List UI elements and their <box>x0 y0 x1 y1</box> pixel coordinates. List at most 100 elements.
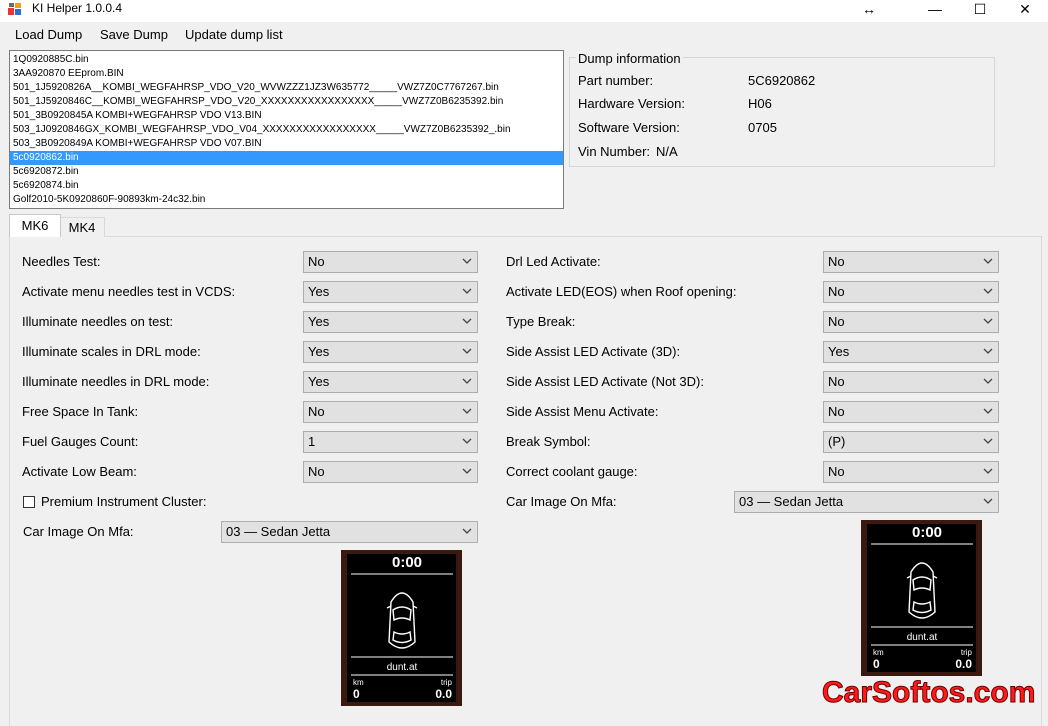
list-item[interactable]: 503_3B0920849A KOMBI+WEGFAHRSP VDO V07.B… <box>10 137 563 151</box>
vin-number-label: Vin Number: <box>578 144 651 159</box>
minimize-button[interactable]: — <box>912 0 958 18</box>
right-field-select[interactable]: No <box>823 371 999 393</box>
list-item[interactable]: 3AA920870 EEprom.BIN <box>10 67 563 81</box>
software-version-value: 0705 <box>748 120 777 135</box>
left-field-select[interactable]: 1 <box>303 431 478 453</box>
left-field-value: No <box>308 464 325 479</box>
right-field-select[interactable]: No <box>823 281 999 303</box>
left-field-select[interactable]: No <box>303 401 478 423</box>
right-field-label: Activate LED(EOS) when Roof opening: <box>506 284 737 299</box>
list-item[interactable]: 501_1J5920826A__KOMBI_WEGFAHRSP_VDO_V20_… <box>10 81 563 95</box>
menu-update-dump-list[interactable]: Update dump list <box>185 27 283 42</box>
mfa-preview-left: 0:00 dunt.at km trip 0 0.0 <box>341 550 462 706</box>
left-field-select[interactable]: Yes <box>303 311 478 333</box>
chevron-down-icon <box>462 288 472 294</box>
left-field-value: 1 <box>308 434 316 449</box>
menu-load-dump[interactable]: Load Dump <box>15 27 82 42</box>
left-field-label: Fuel Gauges Count: <box>22 434 139 449</box>
car-image-select-left[interactable]: 03 — Sedan Jetta <box>221 521 478 543</box>
right-field-select[interactable]: No <box>823 251 999 273</box>
mfa-trip-value: 0.0 <box>435 687 452 701</box>
car-image-value-left: 03 — Sedan Jetta <box>226 524 331 539</box>
list-item[interactable]: 503_1J0920846GX_KOMBI_WEGFAHRSP_VDO_V04_… <box>10 123 563 137</box>
maximize-button[interactable]: ☐ <box>957 0 1003 18</box>
left-field-value: Yes <box>308 314 330 329</box>
left-field-label: Illuminate scales in DRL mode: <box>22 344 201 359</box>
tab-mk4[interactable]: MK4 <box>59 217 105 237</box>
chevron-down-icon <box>983 318 993 324</box>
resize-icon[interactable]: ↔ <box>846 0 892 18</box>
left-field-select[interactable]: Yes <box>303 281 478 303</box>
right-field-label: Side Assist LED Activate (3D): <box>506 344 681 359</box>
mfa-time: 0:00 <box>912 524 942 541</box>
list-item[interactable]: 5c6920874.bin <box>10 179 563 193</box>
list-item[interactable]: 1Q0920885C.bin <box>10 53 563 67</box>
premium-cluster-label: Premium Instrument Cluster: <box>41 494 207 509</box>
right-field-select[interactable]: No <box>823 311 999 333</box>
right-field-select[interactable]: No <box>823 461 999 483</box>
software-version-label: Software Version: <box>578 120 680 135</box>
list-item-selected[interactable]: 5c0920862.bin <box>10 151 563 165</box>
mfa-trip-label: trip <box>961 648 973 657</box>
close-button[interactable]: ✕ <box>1002 0 1048 18</box>
left-field-value: No <box>308 404 325 419</box>
right-field-value: No <box>828 404 845 419</box>
chevron-down-icon <box>983 438 993 444</box>
left-field-label: Activate menu needles test in VCDS: <box>22 284 236 299</box>
mfa-site: dunt.at <box>907 632 938 643</box>
hardware-version-value: H06 <box>748 96 772 111</box>
list-item[interactable]: 5c6920872.bin <box>10 165 563 179</box>
chevron-down-icon <box>983 468 993 474</box>
left-field-select[interactable]: Yes <box>303 371 478 393</box>
left-field-select[interactable]: No <box>303 251 478 273</box>
right-field-label: Correct coolant gauge: <box>506 464 638 479</box>
part-number-label: Part number: <box>578 73 654 88</box>
left-field-label: Illuminate needles in DRL mode: <box>22 374 210 389</box>
left-field-value: No <box>308 254 325 269</box>
car-image-label-left: Car Image On Mfa: <box>23 524 134 539</box>
right-field-select[interactable]: (P) <box>823 431 999 453</box>
right-field-value: No <box>828 284 845 299</box>
right-field-value: (P) <box>828 434 846 449</box>
part-number-value: 5C6920862 <box>748 73 816 88</box>
right-field-label: Break Symbol: <box>506 434 591 449</box>
list-item[interactable]: 501_3B0920845A KOMBI+WEGFAHRSP VDO V13.B… <box>10 109 563 123</box>
right-field-select[interactable]: Yes <box>823 341 999 363</box>
left-field-value: Yes <box>308 344 330 359</box>
mfa-km-value: 0 <box>873 657 880 671</box>
left-field-value: Yes <box>308 284 330 299</box>
car-image-label-right: Car Image On Mfa: <box>506 494 617 509</box>
chevron-down-icon <box>462 378 472 384</box>
hardware-version-label: Hardware Version: <box>578 96 685 111</box>
mfa-site: dunt.at <box>387 662 418 673</box>
mfa-preview-right: 0:00 dunt.at km trip 0 0.0 <box>861 520 982 676</box>
mfa-trip-label: trip <box>441 678 453 687</box>
right-field-value: No <box>828 464 845 479</box>
dump-info-legend: Dump information <box>576 51 683 66</box>
menu-save-dump[interactable]: Save Dump <box>100 27 168 42</box>
list-item[interactable]: Golf2010-5K0920860F-90893km-24c32.bin <box>10 193 563 207</box>
left-field-select[interactable]: Yes <box>303 341 478 363</box>
app-icon <box>8 3 21 15</box>
premium-cluster-checkbox[interactable] <box>23 496 35 508</box>
list-item[interactable]: 501_1J5920846C__KOMBI_WEGFAHRSP_VDO_V20_… <box>10 95 563 109</box>
car-image-select-right[interactable]: 03 — Sedan Jetta <box>734 491 999 513</box>
right-field-label: Drl Led Activate: <box>506 254 601 269</box>
left-field-label: Activate Low Beam: <box>22 464 137 479</box>
tab-mk6[interactable]: MK6 <box>9 214 61 237</box>
mfa-time: 0:00 <box>392 554 422 571</box>
chevron-down-icon <box>983 258 993 264</box>
right-field-value: Yes <box>828 344 850 359</box>
left-field-value: Yes <box>308 374 330 389</box>
chevron-down-icon <box>462 318 472 324</box>
left-field-label: Needles Test: <box>22 254 101 269</box>
right-field-select[interactable]: No <box>823 401 999 423</box>
watermark-text: CarSoftos.com <box>821 676 1036 710</box>
right-field-label: Side Assist LED Activate (Not 3D): <box>506 374 704 389</box>
mfa-km-value: 0 <box>353 687 360 701</box>
mfa-trip-value: 0.0 <box>955 657 972 671</box>
dump-file-list[interactable]: 1Q0920885C.bin 3AA920870 EEprom.BIN 501_… <box>9 50 564 209</box>
car-image-value-right: 03 — Sedan Jetta <box>739 494 844 509</box>
left-field-select[interactable]: No <box>303 461 478 483</box>
right-field-label: Side Assist Menu Activate: <box>506 404 659 419</box>
